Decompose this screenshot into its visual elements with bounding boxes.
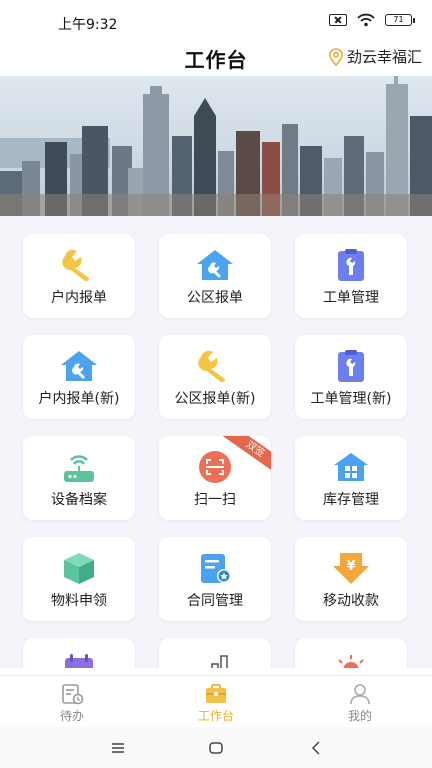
tab-mine[interactable]: 我的 (288, 676, 432, 728)
grid-item-label: 工单管理(新) (310, 391, 392, 407)
person-icon (348, 682, 372, 706)
grid-item-work-order[interactable]: 工单管理 (295, 234, 407, 318)
bar-chart-icon (195, 652, 235, 668)
status-icons: 71 (329, 13, 415, 27)
grid-item-calendar[interactable] (23, 638, 135, 668)
tab-workbench[interactable]: 工作台 (144, 676, 288, 728)
app-header: 工作台 劲云幸福汇 (0, 40, 432, 76)
grid-item-label: 公区报单 (187, 290, 243, 306)
yuan-down-icon: ¥ (331, 551, 371, 585)
grid-item-mobile-payment[interactable]: ¥ 移动收款 (295, 537, 407, 621)
wrench-icon (195, 349, 235, 383)
grid-item-weather[interactable] (295, 638, 407, 668)
grid-item-label: 工单管理 (323, 290, 379, 306)
grid-item-label: 设备档案 (51, 492, 107, 508)
tab-todo[interactable]: 待办 (0, 676, 144, 728)
sun-icon (331, 652, 371, 668)
warehouse-icon (331, 450, 371, 484)
todo-icon (60, 682, 84, 706)
house-wrench-icon (195, 248, 235, 282)
grid-item-label: 合同管理 (187, 593, 243, 609)
grid-item-scan[interactable]: 双签 扫一扫 (159, 436, 271, 520)
grid-item-label: 户内报单 (51, 290, 107, 306)
grid-item-material-request[interactable]: 物料申领 (23, 537, 135, 621)
grid-item-work-order-new[interactable]: 工单管理(新) (295, 335, 407, 419)
grid-item-statistics[interactable] (159, 638, 271, 668)
city-banner-image (0, 76, 432, 216)
grid-item-indoor-report[interactable]: 户内报单 (23, 234, 135, 318)
grid-item-label: 扫一扫 (194, 492, 236, 508)
grid-item-label: 移动收款 (323, 593, 379, 609)
clipboard-wrench-icon (331, 248, 371, 282)
status-bar: 上午9:32 71 (0, 0, 432, 40)
grid-item-public-report-new[interactable]: 公区报单(新) (159, 335, 271, 419)
grid-item-label: 库存管理 (323, 492, 379, 508)
tab-label: 我的 (347, 709, 372, 723)
tab-label: 工作台 (197, 709, 234, 723)
grid-item-public-report[interactable]: 公区报单 (159, 234, 271, 318)
battery-level: 71 (393, 15, 404, 24)
svg-text:¥: ¥ (346, 559, 355, 574)
location-name: 劲云幸福汇 (346, 48, 422, 66)
grid-item-inventory[interactable]: 库存管理 (295, 436, 407, 520)
grid-item-contract[interactable]: 合同管理 (159, 537, 271, 621)
back-icon[interactable] (306, 738, 326, 758)
house-wrench-icon (59, 349, 99, 383)
system-nav-bar (0, 727, 432, 768)
wifi-icon (357, 13, 375, 27)
battery-icon: 71 (385, 14, 415, 26)
grid-item-device-archive[interactable]: 设备档案 (23, 436, 135, 520)
status-time: 上午9:32 (58, 17, 118, 33)
menu-icon[interactable] (108, 738, 128, 758)
router-icon (59, 450, 99, 484)
location-pin-icon (329, 47, 343, 66)
scan-icon (195, 450, 235, 484)
briefcase-icon (204, 682, 228, 706)
function-grid: 户内报单 公区报单 工单管理 户内报单(新) 公区报单(新) 工单管理(新) 设… (0, 216, 432, 668)
box-icon (59, 551, 99, 585)
tab-label: 待办 (59, 709, 84, 723)
grid-item-label: 公区报单(新) (174, 391, 256, 407)
home-icon[interactable] (206, 738, 226, 758)
no-sim-icon (329, 14, 347, 26)
location-selector[interactable]: 劲云幸福汇 (329, 46, 422, 67)
wrench-icon (59, 248, 99, 282)
contract-icon (195, 551, 235, 585)
grid-item-label: 物料申领 (51, 593, 107, 609)
grid-item-label: 户内报单(新) (38, 391, 120, 407)
calendar-icon (59, 652, 99, 668)
clipboard-wrench-icon (331, 349, 371, 383)
grid-item-indoor-report-new[interactable]: 户内报单(新) (23, 335, 135, 419)
bottom-tab-bar: 待办 工作台 我的 (0, 675, 432, 727)
